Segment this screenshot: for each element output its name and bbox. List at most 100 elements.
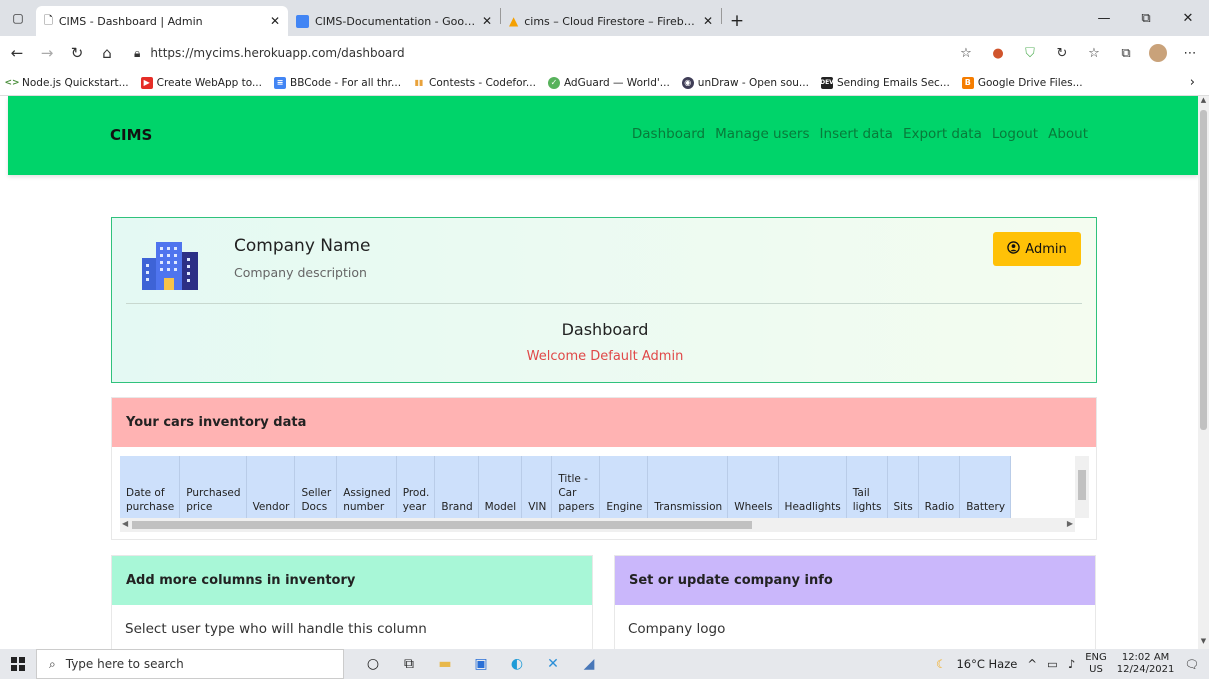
bookmark-item[interactable]: ▮▮ Contests - Codefor...	[413, 77, 536, 89]
cortana-icon[interactable]: ○	[362, 653, 384, 675]
nav-export-data[interactable]: Export data	[903, 126, 982, 142]
add-columns-card: Add more columns in inventory Select use…	[111, 555, 593, 649]
company-info-card: Set or update company info Company logo	[614, 555, 1096, 649]
site-brand[interactable]: CIMS	[110, 126, 152, 144]
bookmark-item[interactable]: DEV Sending Emails Sec...	[820, 76, 950, 89]
company-description: Company description	[234, 265, 367, 280]
task-view-icon[interactable]: ⧉	[398, 653, 420, 675]
restore-icon[interactable]: ⧉	[1125, 0, 1167, 36]
back-icon[interactable]: ←	[4, 38, 30, 68]
network-icon[interactable]: ▭	[1047, 657, 1058, 671]
taskbar-apps: ○ ⧉ ▬ ▣ ◐ ✕ ◢	[362, 653, 600, 675]
page-scrollbar[interactable]: ▲ ▼	[1198, 96, 1209, 649]
nav-about[interactable]: About	[1048, 126, 1088, 142]
dashboard-title: Dashboard	[561, 320, 649, 339]
scroll-down-icon[interactable]: ▼	[1198, 637, 1209, 649]
refresh-extension-icon[interactable]: ↻	[1053, 46, 1071, 61]
company-name: Company Name	[234, 236, 371, 256]
bookmark-label: AdGuard — World'...	[563, 76, 670, 89]
nav-insert-data[interactable]: Insert data	[820, 126, 893, 142]
bookmark-item[interactable]: ◉ unDraw - Open sou...	[681, 76, 809, 89]
scroll-up-icon[interactable]: ▲	[1198, 96, 1209, 108]
edge-icon[interactable]: ◐	[506, 653, 528, 675]
close-tab-icon[interactable]: ✕	[482, 14, 492, 28]
nav-dashboard[interactable]: Dashboard	[632, 126, 705, 142]
adguard-icon: ✓	[547, 76, 560, 89]
weather-icon: ☾	[936, 657, 947, 671]
tab-title: CIMS-Documentation - Google Docs	[315, 14, 476, 28]
bookmark-item[interactable]: B Google Drive Files...	[961, 76, 1083, 89]
app-icon[interactable]: ◢	[578, 653, 600, 675]
windows-taskbar: ⌕ Type here to search ○ ⧉ ▬ ▣ ◐ ✕ ◢ ☾ 16…	[0, 649, 1209, 679]
browser-tab-bar: ▢ 🗋 CIMS - Dashboard | Admin ✕ CIMS-Docu…	[0, 0, 1209, 36]
weather-text[interactable]: 16°C Haze	[956, 657, 1017, 671]
refresh-icon[interactable]: ↻	[64, 38, 90, 68]
user-type-label: Select user type who will handle this co…	[125, 621, 427, 637]
admin-button-label: Admin	[1025, 241, 1067, 257]
new-tab-button[interactable]: +	[722, 6, 752, 36]
close-window-icon[interactable]: ✕	[1167, 0, 1209, 36]
address-bar-row: ← → ↻ ⌂ 🔒︎ https://mycims.herokuapp.com/…	[0, 36, 1209, 70]
vscode-icon[interactable]: ✕	[542, 653, 564, 675]
nodejs-icon: <>	[4, 77, 20, 88]
store-icon[interactable]: ▣	[470, 653, 492, 675]
blogger-icon: B	[961, 76, 974, 89]
adguard-icon[interactable]: ⛉	[1021, 46, 1039, 61]
favorites-icon[interactable]: ☆	[1085, 46, 1103, 61]
more-menu-icon[interactable]: ⋯	[1181, 46, 1199, 61]
clock[interactable]: 12:02 AM 12/24/2021	[1117, 652, 1175, 676]
extensions-toolbar: ☆ ● ⛉ ↻ ☆ ⧉ ⋯	[957, 44, 1209, 62]
home-icon[interactable]: ⌂	[94, 38, 120, 68]
collections-icon[interactable]: ⧉	[1117, 46, 1135, 61]
scroll-right-icon[interactable]: ▶	[1067, 519, 1073, 528]
scroll-left-icon[interactable]: ◀	[122, 519, 128, 528]
profile-avatar[interactable]	[1149, 44, 1167, 62]
company-card: Company Name Company description Admin D…	[111, 217, 1097, 383]
extension-icon[interactable]: ●	[989, 46, 1007, 61]
nav-manage-users[interactable]: Manage users	[715, 126, 809, 142]
column-header: Prod. year	[396, 456, 436, 518]
column-header: Sits	[887, 456, 919, 518]
column-header: Headlights	[778, 456, 847, 518]
url-field[interactable]: 🔒︎ https://mycims.herokuapp.com/dashboar…	[134, 40, 854, 66]
notifications-icon[interactable]: 🗨︎	[1184, 657, 1199, 671]
table-horizontal-scrollbar[interactable]: ◀ ▶	[120, 518, 1075, 532]
tab-title: cims – Cloud Firestore – Firebase	[524, 14, 697, 28]
bookmark-label: unDraw - Open sou...	[697, 76, 809, 89]
file-explorer-icon[interactable]: ▬	[434, 653, 456, 675]
favorite-star-icon[interactable]: ☆	[957, 46, 975, 61]
close-tab-icon[interactable]: ✕	[270, 14, 280, 28]
company-info-title: Set or update company info	[615, 556, 1095, 605]
minimize-icon[interactable]: —	[1083, 0, 1125, 36]
bookmark-label: Sending Emails Sec...	[836, 76, 950, 89]
bookmark-item[interactable]: ≡ BBCode - For all thr...	[273, 76, 401, 89]
system-tray: ☾ 16°C Haze ^ ▭ ♪ ENG US 12:02 AM 12/24/…	[936, 652, 1209, 676]
bookmark-item[interactable]: ▶ Create WebApp to...	[140, 76, 262, 89]
close-tab-icon[interactable]: ✕	[703, 14, 713, 28]
tab-cims-dashboard[interactable]: 🗋 CIMS - Dashboard | Admin ✕	[36, 6, 288, 36]
company-building-icon	[138, 238, 200, 292]
bookmark-label: Google Drive Files...	[977, 76, 1083, 89]
nav-logout[interactable]: Logout	[992, 126, 1038, 142]
column-header: Purchased price	[179, 456, 247, 518]
volume-icon[interactable]: ♪	[1068, 657, 1075, 671]
forward-icon[interactable]: →	[34, 38, 60, 68]
page-icon: 🗋	[44, 13, 53, 27]
bookmark-item[interactable]: ✓ AdGuard — World'...	[547, 76, 670, 89]
page-viewport: CIMS Dashboard Manage users Insert data …	[0, 96, 1198, 649]
table-vertical-scrollbar[interactable]	[1075, 456, 1089, 518]
undraw-icon: ◉	[681, 76, 694, 89]
tray-chevron-icon[interactable]: ^	[1027, 657, 1037, 671]
bookmarks-more-icon[interactable]: ›	[1190, 75, 1209, 90]
bookmark-item[interactable]: <> Node.js Quickstart...	[4, 77, 128, 89]
dev-icon: DEV	[820, 76, 834, 89]
language-indicator[interactable]: ENG US	[1085, 652, 1107, 676]
windows-start-icon[interactable]	[0, 649, 36, 679]
add-columns-title: Add more columns in inventory	[112, 556, 592, 605]
tab-cims-documentation[interactable]: CIMS-Documentation - Google Docs ✕	[288, 6, 500, 36]
inventory-table-container: Date of purchase Purchased price Vendor Sel…	[120, 456, 1090, 534]
tab-firebase[interactable]: ▲ cims – Cloud Firestore – Firebase ✕	[501, 6, 721, 36]
tab-actions-icon[interactable]: ▢	[0, 0, 36, 36]
admin-button[interactable]: Admin	[993, 232, 1081, 266]
taskbar-search-input[interactable]: ⌕ Type here to search	[36, 649, 344, 679]
